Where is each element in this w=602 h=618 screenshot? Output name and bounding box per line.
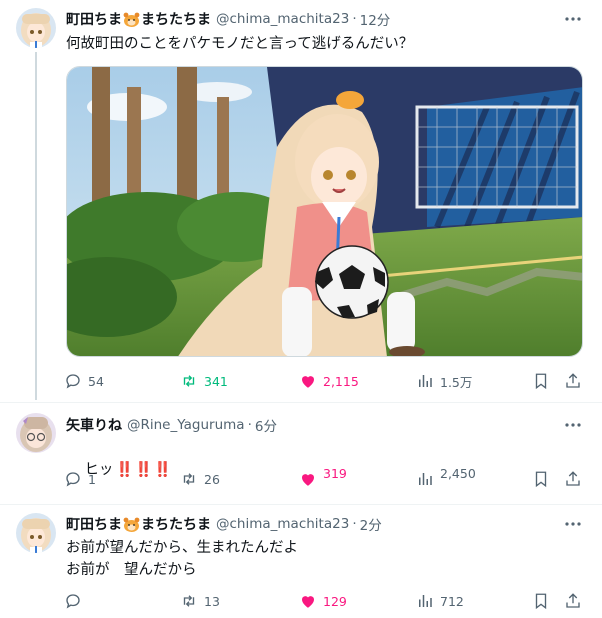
- timestamp[interactable]: 6分: [255, 415, 277, 435]
- tweet-header: 矢車りね @Rine_Yaguruma · 6分: [66, 415, 277, 435]
- display-name[interactable]: 矢車りね: [66, 415, 122, 435]
- share-icon: [566, 593, 580, 608]
- more-icon[interactable]: [562, 10, 584, 28]
- separator-dot: ·: [352, 516, 357, 532]
- reply-button[interactable]: 54: [64, 369, 104, 393]
- views-count: 2,450: [440, 465, 476, 481]
- tweet-actions: 13 129 712: [64, 589, 584, 613]
- bookmark-button[interactable]: [532, 369, 556, 393]
- tweet-1[interactable]: 町田ちま まちたちま @chima_machita23 · 12分 何故町田のこ…: [0, 0, 602, 400]
- retweet-count: 13: [204, 593, 220, 609]
- bookmark-button[interactable]: [532, 467, 556, 491]
- retweet-button[interactable]: 341: [180, 369, 228, 393]
- bookmark-button[interactable]: [532, 589, 556, 613]
- tweet-2[interactable]: 矢車りね @Rine_Yaguruma · 6分 ヒッ ‼️‼️‼️ 1 26 3…: [0, 403, 602, 503]
- tweet-actions: 54 341 2,115 1.5万: [64, 369, 584, 393]
- bookmark-icon: [535, 373, 547, 390]
- display-name[interactable]: 町田ちま: [66, 9, 122, 29]
- tweet-actions: 1 26 319 2,450: [64, 465, 584, 491]
- user-handle[interactable]: @chima_machita23: [216, 11, 349, 27]
- reply-icon: [66, 472, 80, 487]
- views-icon: [419, 375, 432, 387]
- like-count: 2,115: [323, 373, 359, 389]
- reply-button[interactable]: 1: [64, 467, 96, 491]
- share-button[interactable]: [564, 589, 588, 613]
- views-icon: [419, 595, 432, 607]
- hamster-emoji: [123, 517, 140, 532]
- tweet-text-line-2: お前が 望んだから: [66, 562, 197, 578]
- display-name-suffix[interactable]: まちたちま: [141, 514, 211, 534]
- share-icon: [566, 373, 580, 388]
- display-name-suffix[interactable]: まちたちま: [141, 9, 211, 29]
- avatar[interactable]: [16, 513, 56, 553]
- thread-line: [35, 52, 37, 400]
- retweet-icon: [183, 375, 195, 387]
- more-icon[interactable]: [562, 515, 584, 533]
- tweet-3[interactable]: 町田ちま まちたちま @chima_machita23 · 2分 お前が望んだか…: [0, 505, 602, 618]
- share-icon: [566, 471, 580, 486]
- bookmark-icon: [535, 471, 547, 488]
- retweet-count: 341: [204, 373, 228, 389]
- views-button[interactable]: 712: [416, 589, 464, 613]
- separator-dot: ·: [247, 417, 252, 433]
- retweet-button[interactable]: 13: [180, 589, 220, 613]
- views-icon: [419, 473, 432, 485]
- timestamp[interactable]: 2分: [360, 514, 382, 534]
- share-button[interactable]: [564, 467, 588, 491]
- timestamp[interactable]: 12分: [360, 9, 391, 29]
- reply-icon: [66, 374, 80, 389]
- hamster-emoji: [123, 12, 140, 27]
- avatar[interactable]: [16, 413, 56, 453]
- tweet-text: 何故町田のことをパケモノだと言って逃げるんだい？: [66, 36, 414, 52]
- avatar[interactable]: [16, 8, 56, 48]
- retweet-count: 26: [204, 471, 220, 487]
- tweet-text-line-1: お前が望んだから、生まれたんだよ: [66, 540, 298, 556]
- retweet-button[interactable]: 26: [180, 467, 220, 491]
- like-icon: [302, 474, 314, 486]
- more-icon[interactable]: [562, 416, 584, 434]
- user-handle[interactable]: @Rine_Yaguruma: [127, 417, 245, 433]
- views-count: 712: [440, 593, 464, 609]
- like-icon: [302, 596, 314, 608]
- like-button[interactable]: 2,115: [299, 369, 359, 393]
- retweet-icon: [183, 473, 195, 485]
- bookmark-icon: [535, 593, 547, 610]
- user-handle[interactable]: @chima_machita23: [216, 516, 349, 532]
- display-name[interactable]: 町田ちま: [66, 514, 122, 534]
- views-button[interactable]: 1.5万: [416, 369, 472, 393]
- views-button[interactable]: 2,450: [416, 465, 476, 491]
- tweet-image[interactable]: [66, 66, 583, 357]
- like-button[interactable]: 319: [299, 465, 347, 491]
- reply-button[interactable]: [64, 589, 88, 613]
- tweet-header: 町田ちま まちたちま @chima_machita23 · 2分: [66, 514, 382, 534]
- tweet-header: 町田ちま まちたちま @chima_machita23 · 12分: [66, 9, 390, 29]
- like-count: 129: [323, 593, 347, 609]
- reply-count: 54: [88, 373, 104, 389]
- retweet-icon: [183, 595, 195, 607]
- share-button[interactable]: [564, 369, 588, 393]
- like-count: 319: [323, 465, 347, 481]
- reply-icon: [66, 594, 80, 609]
- separator-dot: ·: [352, 11, 357, 27]
- like-icon: [302, 376, 314, 388]
- views-count: 1.5万: [440, 374, 473, 390]
- like-button[interactable]: 129: [299, 589, 347, 613]
- reply-count: 1: [88, 471, 96, 487]
